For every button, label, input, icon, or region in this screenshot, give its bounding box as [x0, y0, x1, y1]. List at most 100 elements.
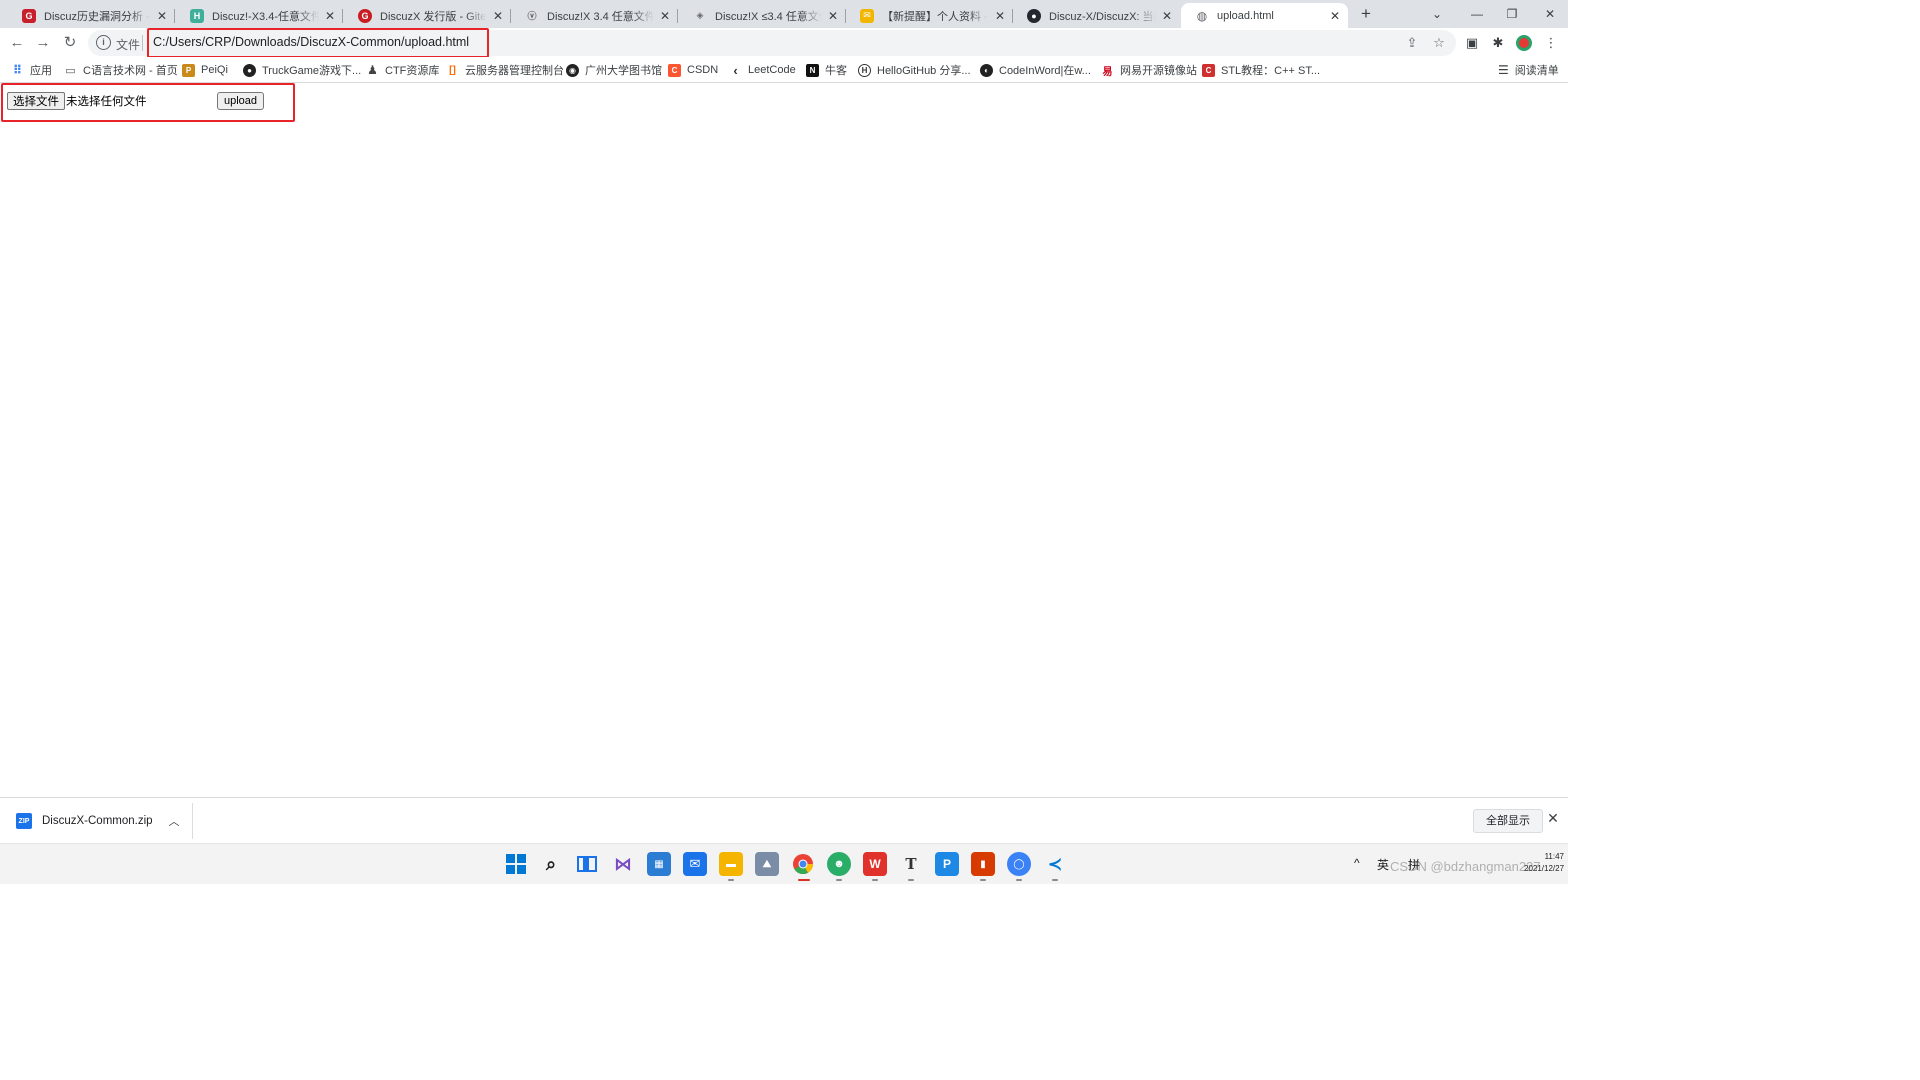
csdn-icon: G [22, 8, 36, 23]
tab-discuz-le34[interactable]: ◈ Discuz!X ≤3.4 任意文件删除 ✕ [679, 3, 846, 28]
photos-icon[interactable]: ⛰ [755, 852, 779, 876]
apps-grid-icon: ⠿ [12, 63, 23, 77]
bookmark-label: CodeInWord|在w... [999, 65, 1091, 77]
restore-button[interactable]: ❐ [1492, 0, 1532, 28]
search-icon[interactable]: ⌕ [539, 852, 563, 876]
close-icon[interactable]: ✕ [1328, 9, 1342, 23]
menu-icon[interactable]: ⋮ [1541, 33, 1561, 53]
window-close-button[interactable]: ✕ [1530, 0, 1570, 28]
bookmark-apps[interactable]: ⠿ 应用 [11, 61, 52, 79]
browser-icon[interactable]: ◯ [1007, 852, 1031, 876]
bookmark-hellogithub[interactable]: H HelloGitHub 分享... [858, 61, 971, 79]
close-icon[interactable]: ✕ [1160, 9, 1174, 23]
typora-icon[interactable]: T [899, 852, 923, 876]
bookmark-label: 网易开源镜像站 [1120, 65, 1197, 77]
bookmarks-bar: ⠿ 应用 ▭ C语言技术网 - 首页 P PeiQi ● TruckGame游戏… [0, 57, 1568, 83]
wps-icon[interactable]: W [863, 852, 887, 876]
annotation-box-url [147, 28, 489, 58]
library-icon: ◉ [566, 63, 579, 77]
bookmark-codeinword[interactable]: ◐ CodeInWord|在w... [980, 61, 1091, 79]
close-icon[interactable]: ✕ [826, 9, 840, 23]
watermark: CSDN @bdzhangman227 [1390, 859, 1541, 874]
minimize-button[interactable]: — [1457, 0, 1497, 28]
system-clock[interactable]: 11:47 2021/12/27 [1524, 851, 1564, 875]
bookmark-library[interactable]: ◉ 广州大学图书馆 [566, 61, 662, 79]
tab-discuz-history[interactable]: G Discuz历史漏洞分析 - 极客 ✕ [8, 3, 175, 28]
profile-avatar[interactable] [1514, 33, 1534, 53]
bookmark-star-icon[interactable]: ☆ [1430, 34, 1448, 52]
reload-button[interactable]: ↻ [59, 31, 81, 53]
new-tab-button[interactable]: + [1356, 5, 1376, 23]
forward-button[interactable]: → [32, 31, 54, 53]
tab-search-icon[interactable]: ⌄ [1417, 0, 1457, 28]
truckgame-icon: ● [243, 63, 256, 77]
close-icon[interactable]: ✕ [155, 9, 169, 23]
bookmark-csdn[interactable]: C CSDN [668, 61, 718, 79]
bookmark-label: LeetCode [748, 64, 796, 76]
file-explorer-icon[interactable]: ▬ [719, 852, 743, 876]
bookmark-label: PeiQi [201, 64, 228, 76]
download-file-name: DiscuzX-Common.zip [42, 815, 153, 827]
windows-start-icon[interactable] [504, 852, 528, 876]
extensions-puzzle-icon[interactable]: ✱ [1488, 33, 1508, 53]
mail-icon[interactable]: ✉ [683, 852, 707, 876]
close-icon[interactable]: ✕ [491, 9, 505, 23]
bookmark-truckgame[interactable]: ● TruckGame游戏下... [243, 61, 361, 79]
close-icon[interactable]: ✕ [993, 9, 1007, 23]
visual-studio-icon[interactable]: ⋈ [611, 852, 635, 876]
extension-b-icon[interactable]: ▣ [1462, 33, 1482, 53]
peiqi-icon: P [182, 63, 195, 77]
bookmark-stl[interactable]: C STL教程：C++ ST... [1202, 61, 1320, 79]
tab-upload-html[interactable]: ◍ upload.html ✕ [1181, 3, 1348, 28]
tab-gitee[interactable]: G DiscuzX 发行版 - Gitee.com ✕ [344, 3, 511, 28]
annotation-box-form [1, 83, 295, 122]
gitee-icon: G [358, 8, 372, 23]
bookmark-nowcoder[interactable]: N 牛客 [806, 61, 847, 79]
zip-file-icon: ZIP [16, 813, 32, 829]
tab-github[interactable]: ● Discuz-X/DiscuzX: 当前版本 ✕ [1013, 3, 1180, 28]
task-view-icon[interactable] [575, 852, 599, 876]
p-app-icon[interactable]: P [935, 852, 959, 876]
bookmark-netease-mirror[interactable]: 易 网易开源镜像站 [1101, 61, 1198, 79]
download-shelf: ZIP DiscuzX-Common.zip ︿ 全部显示 ✕ [0, 797, 1568, 843]
leetcode-icon: ‹ [733, 62, 738, 78]
tab-discuz-file-delete[interactable]: H Discuz!-X3.4-任意文件删除 ✕ [176, 3, 343, 28]
bookmark-peiqi[interactable]: P PeiQi [182, 61, 228, 79]
chevron-up-icon[interactable]: ^ [1354, 856, 1360, 870]
ime-language[interactable]: 英 [1377, 856, 1389, 873]
bookmark-label: 应用 [30, 65, 52, 77]
csdn-icon: C [668, 63, 681, 77]
tab-title: 【新提醒】个人资料 - Discuz [882, 10, 989, 23]
bookmark-c-lang[interactable]: ▭ C语言技术网 - 首页 [64, 61, 178, 79]
chrome-icon[interactable] [791, 852, 815, 876]
hellogithub-icon: H [858, 63, 871, 77]
reading-list-button[interactable]: ☰ 阅读清单 [1498, 61, 1559, 79]
bookmark-label: TruckGame游戏下... [262, 65, 362, 77]
close-icon[interactable]: ✕ [323, 9, 337, 23]
page-content: 选择文件 未选择任何文件 upload [0, 83, 1568, 797]
vscode-icon[interactable]: ≺ [1043, 852, 1067, 876]
show-all-downloads-button[interactable]: 全部显示 [1473, 809, 1543, 833]
office-icon[interactable]: ▮ [971, 852, 995, 876]
tab-profile[interactable]: ✉ 【新提醒】个人资料 - Discuz ✕ [846, 3, 1013, 28]
tab-title: Discuz!-X3.4-任意文件删除 [212, 10, 319, 23]
tab-discuz-x34[interactable]: ⓥ Discuz!X 3.4 任意文件删除 ✕ [511, 3, 678, 28]
layers-icon: ◈ [696, 10, 704, 20]
computer-icon: ▭ [65, 64, 76, 77]
bookmark-label: C语言技术网 - 首页 [83, 65, 178, 77]
bookmark-aliyun[interactable]: [] 云服务器管理控制台 [446, 61, 564, 79]
download-item[interactable]: ZIP DiscuzX-Common.zip ︿ [12, 806, 192, 836]
close-icon[interactable]: ✕ [658, 9, 672, 23]
bookmark-ctf[interactable]: ♟ CTF资源库 [366, 61, 439, 79]
wechat-icon[interactable]: ☻ [827, 852, 851, 876]
chevron-up-icon[interactable]: ︿ [166, 813, 182, 829]
close-shelf-icon[interactable]: ✕ [1544, 810, 1562, 830]
windows-taskbar: ⌕ ⋈ ▦ ✉ ▬ ⛰ ☻ W T P ▮ ◯ ≺ ^ 英 拼 CSDN @bd… [0, 843, 1568, 884]
tab-title: Discuz历史漏洞分析 - 极客 [44, 10, 151, 23]
bookmark-leetcode[interactable]: ‹ LeetCode [729, 61, 796, 79]
info-icon[interactable]: i [96, 35, 111, 50]
bookmark-label: STL教程：C++ ST... [1221, 65, 1321, 77]
store-icon[interactable]: ▦ [647, 852, 671, 876]
share-icon[interactable]: ⇪ [1403, 34, 1421, 52]
back-button[interactable]: ← [6, 31, 28, 53]
